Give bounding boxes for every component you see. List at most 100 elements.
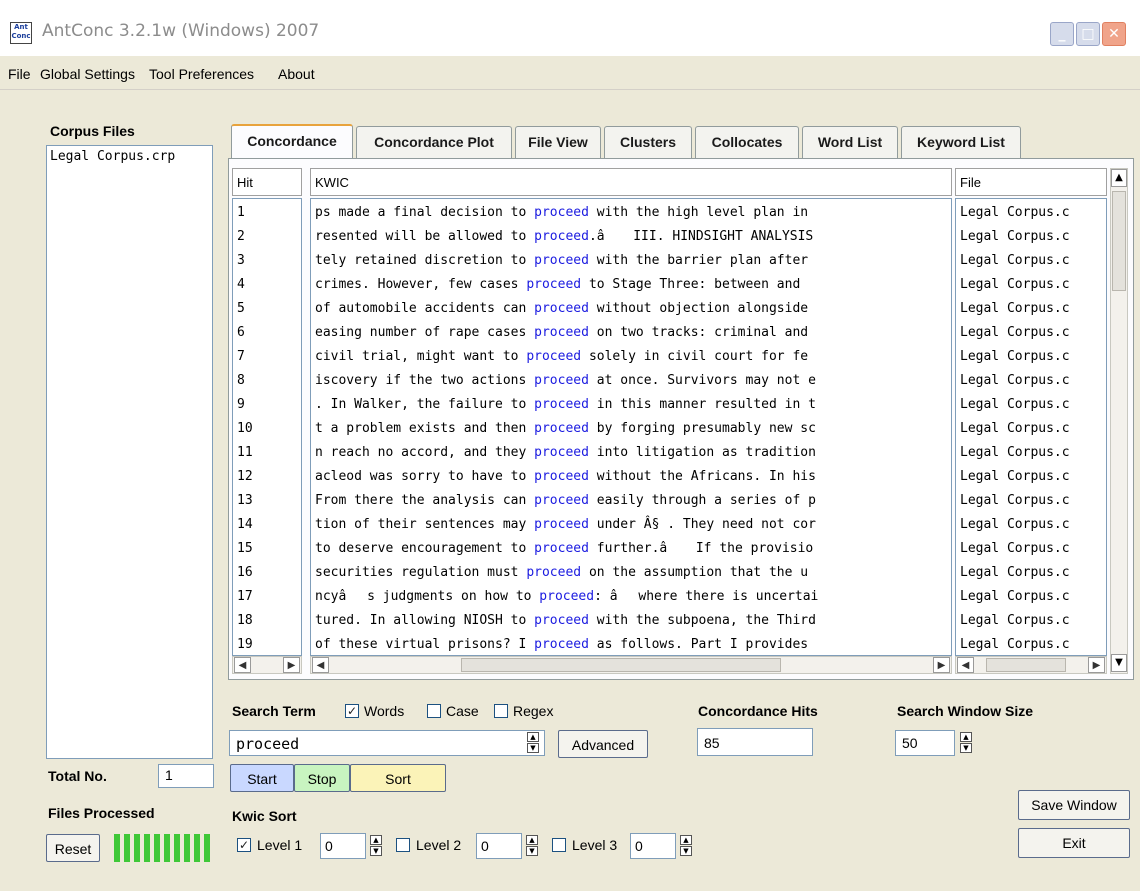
- hit-number[interactable]: 4: [237, 273, 245, 297]
- file-name[interactable]: Legal Corpus.c: [960, 561, 1070, 585]
- file-name[interactable]: Legal Corpus.c: [960, 633, 1070, 655]
- kwic-keyword[interactable]: proceed: [534, 421, 589, 436]
- scrollbar-thumb[interactable]: [1112, 191, 1126, 291]
- words-checkbox[interactable]: ✓: [345, 704, 359, 718]
- file-name[interactable]: Legal Corpus.c: [960, 273, 1070, 297]
- level-2-input[interactable]: 0: [476, 833, 522, 859]
- kwic-keyword[interactable]: proceed: [534, 613, 589, 628]
- file-column-header[interactable]: File: [955, 168, 1107, 196]
- file-name[interactable]: Legal Corpus.c: [960, 297, 1070, 321]
- file-name[interactable]: Legal Corpus.c: [960, 393, 1070, 417]
- results-vertical-scrollbar[interactable]: ▲ ▼: [1110, 168, 1128, 674]
- file-name[interactable]: Legal Corpus.c: [960, 489, 1070, 513]
- scrollbar-thumb[interactable]: [461, 658, 781, 672]
- hit-number[interactable]: 18: [237, 609, 253, 633]
- file-name[interactable]: Legal Corpus.c: [960, 417, 1070, 441]
- scroll-left-icon[interactable]: ◀: [312, 657, 329, 673]
- menu-tool-preferences[interactable]: Tool Preferences: [149, 66, 254, 82]
- kwic-keyword[interactable]: proceed: [534, 373, 589, 388]
- hit-number[interactable]: 5: [237, 297, 245, 321]
- kwic-line[interactable]: of automobile accidents can proceed with…: [315, 297, 808, 321]
- kwic-line[interactable]: tion of their sentences may proceed unde…: [315, 513, 816, 537]
- kwic-keyword[interactable]: proceed: [534, 445, 589, 460]
- kwic-line[interactable]: tely retained discretion to proceed with…: [315, 249, 808, 273]
- reset-button[interactable]: Reset: [46, 834, 100, 862]
- hit-number[interactable]: 13: [237, 489, 253, 513]
- stop-button[interactable]: Stop: [294, 764, 350, 792]
- scrollbar-thumb[interactable]: [986, 658, 1066, 672]
- kwic-keyword[interactable]: proceed: [534, 493, 589, 508]
- file-horizontal-scrollbar[interactable]: ◀ ▶: [955, 656, 1107, 674]
- sort-button[interactable]: Sort: [350, 764, 446, 792]
- file-name[interactable]: Legal Corpus.c: [960, 369, 1070, 393]
- scroll-left-icon[interactable]: ◀: [957, 657, 974, 673]
- level-3-spinner[interactable]: ▲ ▼: [680, 834, 694, 858]
- tab-concordance-plot[interactable]: Concordance Plot: [356, 126, 512, 158]
- kwic-line[interactable]: n reach no accord, and they proceed into…: [315, 441, 816, 465]
- kwic-line[interactable]: tured. In allowing NIOSH to proceed with…: [315, 609, 816, 633]
- hit-number[interactable]: 12: [237, 465, 253, 489]
- corpus-file-list[interactable]: Legal Corpus.crp: [46, 145, 213, 759]
- menu-global-settings[interactable]: Global Settings: [40, 66, 135, 82]
- hit-number[interactable]: 17: [237, 585, 253, 609]
- kwic-line[interactable]: civil trial, might want to proceed solel…: [315, 345, 808, 369]
- file-name[interactable]: Legal Corpus.c: [960, 225, 1070, 249]
- kwic-keyword[interactable]: proceed: [534, 253, 589, 268]
- file-name[interactable]: Legal Corpus.c: [960, 513, 1070, 537]
- window-size-spinner[interactable]: ▲ ▼: [960, 731, 974, 755]
- file-name[interactable]: Legal Corpus.c: [960, 441, 1070, 465]
- kwic-keyword[interactable]: proceed: [534, 325, 589, 340]
- kwic-line[interactable]: to deserve encouragement to proceed furt…: [315, 537, 813, 561]
- hit-number[interactable]: 8: [237, 369, 245, 393]
- scroll-down-icon[interactable]: ▼: [1111, 654, 1127, 672]
- file-name[interactable]: Legal Corpus.c: [960, 537, 1070, 561]
- hit-column-header[interactable]: Hit: [232, 168, 302, 196]
- kwic-keyword[interactable]: proceed: [534, 229, 589, 244]
- kwic-line[interactable]: ps made a final decision to proceed with…: [315, 201, 808, 225]
- scroll-right-icon[interactable]: ▶: [283, 657, 300, 673]
- tab-collocates[interactable]: Collocates: [695, 126, 799, 158]
- file-name[interactable]: Legal Corpus.c: [960, 345, 1070, 369]
- kwic-column-header[interactable]: KWIC: [310, 168, 952, 196]
- save-window-button[interactable]: Save Window: [1018, 790, 1130, 820]
- kwic-line[interactable]: securities regulation must proceed on th…: [315, 561, 808, 585]
- hit-number[interactable]: 9: [237, 393, 245, 417]
- kwic-keyword[interactable]: proceed: [534, 541, 589, 556]
- kwic-line[interactable]: . In Walker, the failure to proceed in t…: [315, 393, 816, 417]
- level-1-checkbox[interactable]: ✓: [237, 838, 251, 852]
- menu-file[interactable]: File: [8, 66, 31, 82]
- hit-number[interactable]: 6: [237, 321, 245, 345]
- maximize-button[interactable]: □: [1076, 22, 1100, 46]
- kwic-keyword[interactable]: proceed: [534, 205, 589, 220]
- kwic-column[interactable]: ps made a final decision to proceed with…: [310, 198, 952, 656]
- kwic-keyword[interactable]: proceed: [534, 469, 589, 484]
- search-term-input[interactable]: proceed: [229, 730, 545, 756]
- case-checkbox[interactable]: [427, 704, 441, 718]
- file-name[interactable]: Legal Corpus.c: [960, 465, 1070, 489]
- advanced-button[interactable]: Advanced: [558, 730, 648, 758]
- kwic-line[interactable]: From there the analysis can proceed easi…: [315, 489, 816, 513]
- search-term-spinner[interactable]: ▲ ▼: [527, 731, 541, 755]
- kwic-line[interactable]: resented will be allowed to proceed.â …: [315, 225, 813, 249]
- kwic-horizontal-scrollbar[interactable]: ◀ ▶: [310, 656, 952, 674]
- close-button[interactable]: ✕: [1102, 22, 1126, 46]
- corpus-file-item[interactable]: Legal Corpus.crp: [47, 146, 212, 164]
- file-name[interactable]: Legal Corpus.c: [960, 201, 1070, 225]
- tab-file-view[interactable]: File View: [515, 126, 601, 158]
- kwic-keyword[interactable]: proceed: [539, 589, 594, 604]
- hit-number[interactable]: 7: [237, 345, 245, 369]
- level-2-spinner[interactable]: ▲ ▼: [526, 834, 540, 858]
- hit-number[interactable]: 3: [237, 249, 245, 273]
- menu-about[interactable]: About: [278, 66, 315, 82]
- minimize-button[interactable]: _: [1050, 22, 1074, 46]
- kwic-line[interactable]: ncyâs judgments on how to proceed: â…: [315, 585, 818, 609]
- hit-number[interactable]: 2: [237, 225, 245, 249]
- start-button[interactable]: Start: [230, 764, 294, 792]
- file-column[interactable]: Legal Corpus.c Legal Corpus.c Legal Corpus…: [955, 198, 1107, 656]
- scroll-left-icon[interactable]: ◀: [234, 657, 251, 673]
- kwic-keyword[interactable]: proceed: [534, 517, 589, 532]
- hit-number[interactable]: 19: [237, 633, 253, 655]
- hit-number[interactable]: 16: [237, 561, 253, 585]
- level-3-checkbox[interactable]: [552, 838, 566, 852]
- kwic-line[interactable]: of these virtual prisons? I proceed as f…: [315, 633, 808, 655]
